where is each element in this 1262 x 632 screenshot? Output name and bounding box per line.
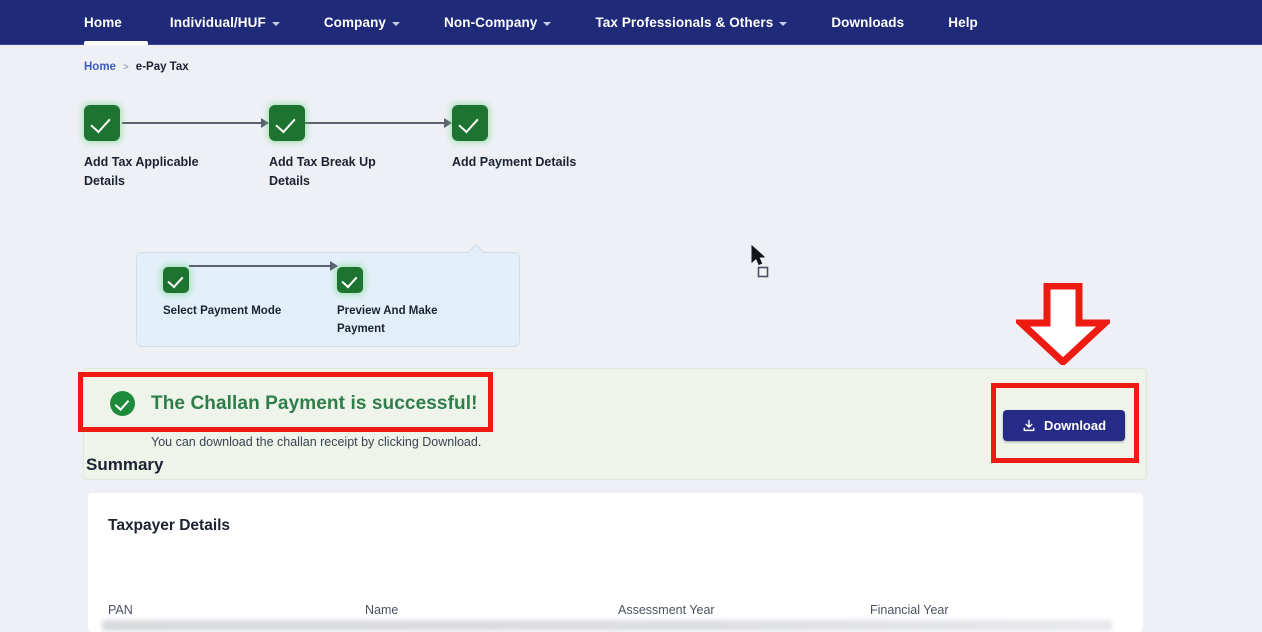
download-button[interactable]: Download — [1003, 410, 1125, 441]
substep-preview-and-make-payment[interactable]: Preview And Make Payment — [337, 267, 497, 338]
substep-label: Select Payment Mode — [163, 305, 282, 317]
step-add-tax-break-up-details[interactable]: Add Tax Break Up Details — [269, 105, 429, 191]
success-banner: The Challan Payment is successful! You c… — [83, 368, 1147, 480]
download-icon — [1022, 419, 1036, 433]
nav-item-label: Tax Professionals & Others — [595, 15, 774, 30]
card-heading: Taxpayer Details — [108, 517, 231, 534]
substep-card: Select Payment Mode Preview And Make Pay… — [136, 252, 520, 347]
step-label: Add Tax Break Up Details — [269, 155, 376, 188]
page-content: Home > e-Pay Tax Add Tax Applicable Deta… — [0, 45, 1262, 632]
breadcrumb-separator-icon: > — [122, 61, 129, 73]
card-notch — [469, 244, 486, 253]
step-label: Add Tax Applicable Details — [84, 155, 199, 188]
nav-item-label: Downloads — [831, 15, 905, 30]
nav-item-label: Individual/HUF — [169, 15, 266, 30]
check-icon — [84, 105, 120, 141]
success-title: The Challan Payment is successful! — [151, 392, 478, 414]
step-add-tax-applicable-details[interactable]: Add Tax Applicable Details — [84, 105, 244, 191]
nav-item-downloads[interactable]: Downloads — [809, 0, 926, 45]
page-title: Summary — [86, 455, 164, 474]
circle-check-icon — [110, 391, 135, 416]
step-add-payment-details[interactable]: Add Payment Details — [452, 105, 612, 172]
nav-item-label: Help — [948, 15, 978, 30]
column-header-name: Name — [365, 603, 399, 617]
chevron-down-icon — [543, 21, 552, 26]
nav-item-company[interactable]: Company — [302, 0, 422, 45]
nav-item-label: Non-Company — [444, 15, 538, 30]
table-row — [102, 620, 1112, 631]
success-subtitle: You can download the challan receipt by … — [151, 435, 482, 449]
check-icon — [163, 267, 189, 293]
check-icon — [337, 267, 363, 293]
breadcrumb-home-link[interactable]: Home — [84, 61, 116, 73]
chevron-down-icon — [779, 21, 788, 26]
column-header-pan: PAN — [108, 603, 133, 617]
download-button-label: Download — [1043, 418, 1107, 433]
nav-item-label: Home — [84, 15, 122, 30]
nav-item-label: Company — [323, 15, 387, 30]
substep-label: Preview And Make Payment — [337, 305, 438, 335]
progress-stepper: Add Tax Applicable Details Add Tax Break… — [84, 105, 644, 188]
check-icon — [269, 105, 305, 141]
nav-item-tax-professionals-others[interactable]: Tax Professionals & Others — [573, 0, 809, 45]
check-icon — [452, 105, 488, 141]
chevron-down-icon — [271, 21, 280, 26]
taxpayer-details-card: Taxpayer Details PAN Name Assessment Yea… — [88, 493, 1143, 632]
top-navigation-bar: Home Individual/HUF Company Non-Company … — [0, 0, 1262, 45]
chevron-down-icon — [392, 21, 401, 26]
column-header-assessment-year: Assessment Year — [618, 603, 715, 617]
nav-item-non-company[interactable]: Non-Company — [422, 0, 573, 45]
success-message-row: The Challan Payment is successful! — [110, 391, 478, 416]
mouse-pointer-icon — [750, 244, 774, 281]
nav-item-home[interactable]: Home — [84, 0, 148, 45]
column-header-financial-year: Financial Year — [870, 603, 949, 617]
down-arrow-annotation-icon — [1012, 282, 1114, 367]
substep-select-payment-mode[interactable]: Select Payment Mode — [163, 267, 323, 320]
breadcrumb-current-page: e-Pay Tax — [135, 61, 189, 73]
breadcrumb: Home > e-Pay Tax — [84, 61, 189, 73]
nav-item-individual-huf[interactable]: Individual/HUF — [148, 0, 302, 45]
nav-item-help[interactable]: Help — [926, 0, 1000, 45]
step-label: Add Payment Details — [452, 155, 577, 169]
nav-items: Home Individual/HUF Company Non-Company … — [84, 0, 1000, 45]
